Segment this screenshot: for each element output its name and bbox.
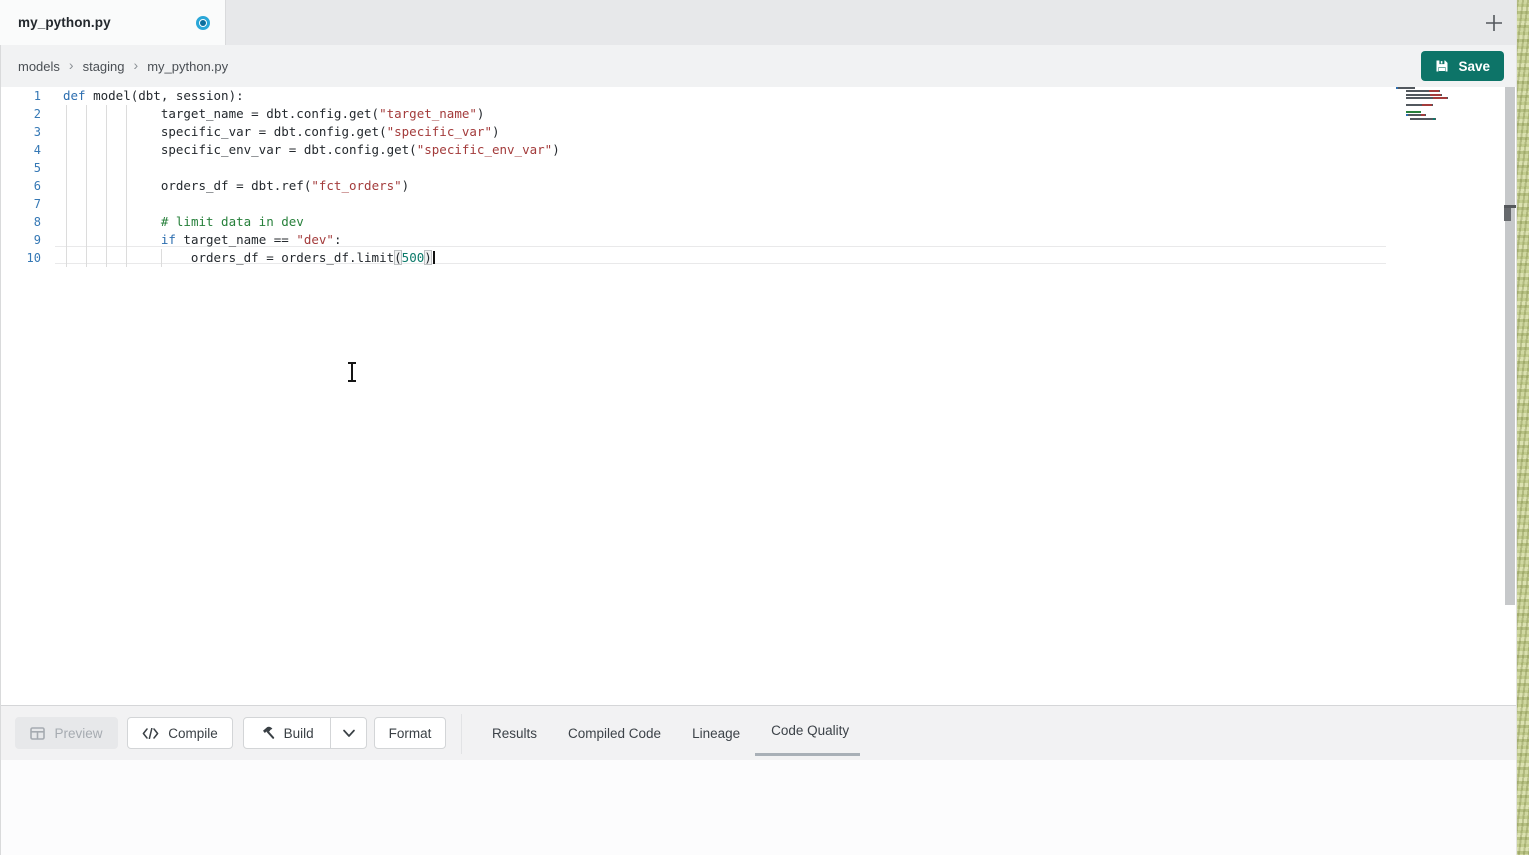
tab-compiled-code[interactable]: Compiled Code: [568, 726, 661, 741]
code-line[interactable]: specific_var = dbt.config.get("specific_…: [63, 123, 560, 141]
line-number: 2: [0, 105, 41, 123]
mouse-cursor-ibeam: [347, 362, 357, 382]
editor-tab-bar: my_python.py: [0, 0, 1516, 45]
code-editor[interactable]: 12345678910 def model(dbt, session): tar…: [0, 87, 1516, 705]
compile-button[interactable]: Compile: [127, 717, 233, 749]
compile-button-label: Compile: [168, 726, 218, 741]
build-button-label: Build: [284, 726, 314, 741]
file-tab[interactable]: my_python.py: [0, 0, 226, 45]
line-number: 6: [0, 177, 41, 195]
line-number-gutter: 12345678910: [0, 87, 41, 267]
breadcrumb: models › staging › my_python.py Save: [0, 45, 1516, 87]
code-lines: def model(dbt, session): target_name = d…: [63, 87, 560, 267]
build-split-button: Build: [243, 717, 367, 749]
code-line[interactable]: specific_env_var = dbt.config.get("speci…: [63, 141, 560, 159]
unsaved-changes-dot: [196, 16, 210, 30]
code-quality-panel: [0, 760, 1516, 855]
desktop-background-strip: [1516, 0, 1529, 855]
format-button[interactable]: Format: [374, 717, 446, 749]
window-edge: [0, 45, 1, 855]
tab-results[interactable]: Results: [492, 726, 537, 741]
new-tab-button[interactable]: [1480, 9, 1508, 37]
scrollbar-marker: [1504, 208, 1511, 221]
code-line[interactable]: if target_name == "dev":: [63, 231, 560, 249]
code-line[interactable]: orders_df = dbt.ref("fct_orders"): [63, 177, 560, 195]
code-icon: [142, 728, 159, 739]
build-options-button[interactable]: [330, 718, 366, 748]
line-number: 4: [0, 141, 41, 159]
build-button[interactable]: Build: [244, 718, 330, 748]
preview-button[interactable]: Preview: [15, 717, 118, 749]
code-line[interactable]: def model(dbt, session):: [63, 87, 560, 105]
tab-code-quality[interactable]: Code Quality: [771, 723, 849, 738]
line-number: 5: [0, 159, 41, 177]
active-tab-underline: [755, 753, 860, 756]
line-number: 9: [0, 231, 41, 249]
vertical-scrollbar[interactable]: [1505, 87, 1515, 605]
code-line[interactable]: target_name = dbt.config.get("target_nam…: [63, 105, 560, 123]
line-number: 3: [0, 123, 41, 141]
hammer-icon: [261, 726, 275, 740]
line-number: 10: [0, 249, 41, 267]
line-number: 7: [0, 195, 41, 213]
breadcrumb-item-file[interactable]: my_python.py: [147, 59, 228, 74]
text-cursor: [433, 251, 435, 264]
breadcrumb-item-staging[interactable]: staging: [83, 59, 125, 74]
minimap[interactable]: [1396, 87, 1468, 121]
code-line[interactable]: orders_df = orders_df.limit(500): [63, 249, 560, 267]
breadcrumb-separator: ›: [69, 57, 74, 73]
line-number: 1: [0, 87, 41, 105]
file-tab-title: my_python.py: [18, 15, 111, 30]
format-button-label: Format: [389, 726, 432, 741]
preview-button-label: Preview: [54, 726, 102, 741]
breadcrumb-item-models[interactable]: models: [18, 59, 60, 74]
plus-icon: [1483, 12, 1505, 34]
line-number: 8: [0, 213, 41, 231]
ide-window: my_python.py models › staging › my_pytho…: [0, 0, 1529, 855]
bottom-toolbar: Preview Compile: [0, 705, 1516, 760]
code-line[interactable]: [63, 195, 560, 213]
toolbar-divider: [461, 714, 462, 754]
floppy-icon: [1435, 59, 1449, 73]
code-line[interactable]: [63, 159, 560, 177]
chevron-down-icon: [342, 729, 356, 738]
breadcrumb-separator: ›: [134, 57, 139, 73]
tab-lineage[interactable]: Lineage: [692, 726, 740, 741]
table-icon: [30, 727, 45, 740]
save-button[interactable]: Save: [1421, 51, 1504, 81]
code-line[interactable]: # limit data in dev: [63, 213, 560, 231]
save-button-label: Save: [1458, 59, 1490, 74]
